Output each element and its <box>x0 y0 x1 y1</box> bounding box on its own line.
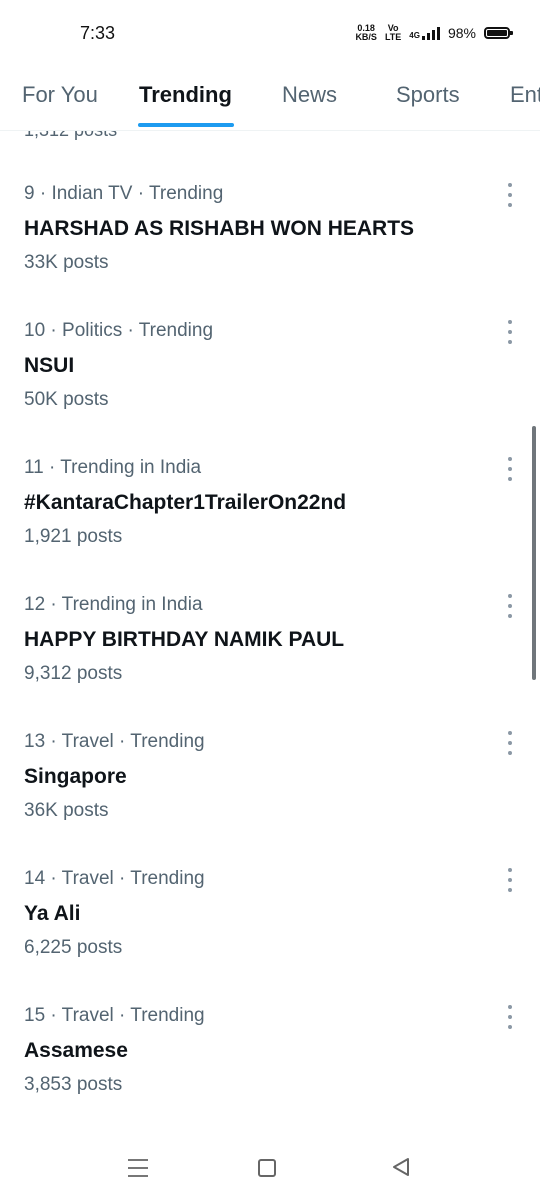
trend-title: #KantaraChapter1TrailerOn22nd <box>24 491 347 514</box>
trend-posts: 1,921 posts <box>24 526 123 547</box>
tab-trending[interactable]: Trending <box>139 82 232 108</box>
trend-posts: 36K posts <box>24 800 109 821</box>
more-vertical-icon[interactable] <box>504 1005 516 1029</box>
tab-for-you[interactable]: For You <box>22 82 98 108</box>
system-nav-bar <box>0 1140 540 1200</box>
status-time: 7:33 <box>80 23 116 43</box>
trending-list[interactable]: 1,312 posts 9 · Indian TV · Trending HAR… <box>0 130 540 1140</box>
network-speed-unit: KB/S <box>355 32 377 42</box>
home-square-icon[interactable] <box>258 1159 276 1177</box>
more-vertical-icon[interactable] <box>504 868 516 892</box>
signal-icon: 4G <box>409 26 440 40</box>
network-type: 4G <box>409 31 420 40</box>
trend-meta: 10 · Politics · Trending <box>24 320 214 341</box>
network-speed: 0.18 KB/S <box>355 24 377 42</box>
volte-icon: Vo LTE <box>385 24 401 42</box>
scrollbar[interactable] <box>532 426 536 680</box>
trend-meta: 11 · Trending in India <box>24 457 202 478</box>
trend-meta: 13 · Travel · Trending <box>24 731 205 752</box>
more-vertical-icon[interactable] <box>504 731 516 755</box>
trend-item[interactable]: 14 · Travel · Trending Ya Ali 6,225 post… <box>0 868 540 1005</box>
trend-posts: 50K posts <box>24 389 109 410</box>
trend-item[interactable]: 12 · Trending in India HAPPY BIRTHDAY NA… <box>0 594 540 731</box>
trend-meta: 12 · Trending in India <box>24 594 203 615</box>
more-vertical-icon[interactable] <box>504 457 516 481</box>
trend-item[interactable]: 9 · Indian TV · Trending HARSHAD AS RISH… <box>0 183 540 320</box>
trend-meta: 15 · Travel · Trending <box>24 1005 205 1026</box>
volte-bottom: LTE <box>384 32 402 42</box>
tab-news[interactable]: News <box>282 82 337 108</box>
trend-posts: 6,225 posts <box>24 937 123 958</box>
battery-percent: 98% <box>447 25 476 41</box>
trend-title: HAPPY BIRTHDAY NAMIK PAUL <box>24 628 345 651</box>
trend-title: Assamese <box>24 1039 128 1062</box>
battery-icon <box>484 27 513 39</box>
trend-posts: 3,853 posts <box>24 1074 123 1095</box>
trend-item[interactable]: 15 · Travel · Trending Assamese 3,853 po… <box>0 1005 540 1140</box>
trend-item[interactable]: 11 · Trending in India #KantaraChapter1T… <box>0 457 540 594</box>
tab-entertainment[interactable]: Ent <box>510 82 540 108</box>
partial-trend-posts: 1,312 posts <box>24 130 118 140</box>
trend-item[interactable]: 10 · Politics · Trending NSUI 50K posts <box>0 320 540 457</box>
more-vertical-icon[interactable] <box>504 183 516 207</box>
trend-posts: 9,312 posts <box>24 663 123 684</box>
trend-title: Ya Ali <box>24 902 81 925</box>
trend-item[interactable]: 13 · Travel · Trending Singapore 36K pos… <box>0 731 540 868</box>
trend-posts: 33K posts <box>24 252 109 273</box>
active-tab-indicator <box>138 123 234 127</box>
more-vertical-icon[interactable] <box>504 594 516 618</box>
recent-apps-icon[interactable] <box>128 1159 156 1177</box>
tab-bar: For You Trending News Sports Ent <box>0 68 540 131</box>
status-bar: 7:33 0.18 KB/S Vo LTE 4G 98% <box>0 0 540 68</box>
trend-meta: 14 · Travel · Trending <box>24 868 205 889</box>
trend-title: Singapore <box>24 765 127 788</box>
status-icons: 0.18 KB/S Vo LTE 4G 98% <box>355 24 513 42</box>
trend-title: NSUI <box>24 354 75 377</box>
back-triangle-icon[interactable] <box>390 1156 418 1180</box>
trend-meta: 9 · Indian TV · Trending <box>24 183 224 204</box>
trend-title: HARSHAD AS RISHABH WON HEARTS <box>24 217 415 240</box>
tab-sports[interactable]: Sports <box>396 82 460 108</box>
more-vertical-icon[interactable] <box>504 320 516 344</box>
